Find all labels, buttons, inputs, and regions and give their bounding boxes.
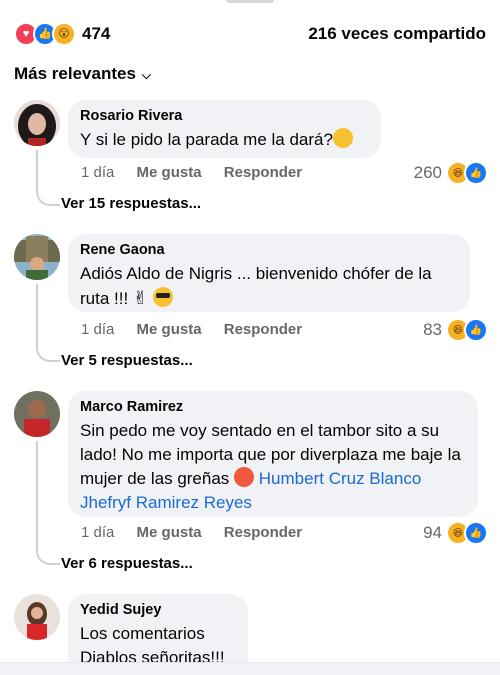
comment-reactions[interactable]: 94 😆 👍 bbox=[423, 521, 488, 545]
smile-emoji-icon bbox=[332, 128, 353, 148]
comment-bubble[interactable]: Rene Gaona Adiós Aldo de Nigris ... bien… bbox=[68, 234, 470, 312]
like-button[interactable]: Me gusta bbox=[137, 321, 202, 338]
comment-reactions[interactable]: 83 😆 👍 bbox=[423, 318, 488, 342]
comment-bubble[interactable]: Rosario Rivera Y si le pido la parada me… bbox=[68, 100, 381, 158]
avatar[interactable] bbox=[14, 391, 60, 437]
wow-icon: 😮 bbox=[52, 22, 76, 46]
view-replies-link[interactable]: Ver 15 respuestas... bbox=[61, 195, 201, 212]
reply-button[interactable]: Responder bbox=[224, 524, 302, 541]
comment-bubble[interactable]: Marco Ramirez Sin pedo me voy sentado en… bbox=[68, 391, 478, 517]
comment-author[interactable]: Marco Ramirez bbox=[80, 399, 466, 415]
comment-reaction-count: 83 bbox=[423, 320, 442, 339]
like-icon: 👍 bbox=[464, 521, 488, 545]
comment-author[interactable]: Yedid Sujey bbox=[80, 602, 236, 618]
mention-link[interactable]: Humbert Cruz Blanco bbox=[259, 469, 422, 488]
reaction-summary: ♥ 👍 😮 474 216 veces compartido bbox=[14, 22, 486, 48]
like-button[interactable]: Me gusta bbox=[137, 524, 202, 541]
reaction-count: 474 bbox=[82, 24, 111, 43]
chevron-down-icon: ⌵ bbox=[141, 68, 152, 82]
comment-reaction-count: 94 bbox=[423, 523, 442, 542]
comment-reactions[interactable]: 260 😆 👍 bbox=[414, 161, 488, 185]
comment-actions: 1 día Me gusta Responder bbox=[81, 524, 320, 541]
thread-line bbox=[36, 150, 60, 206]
avatar[interactable] bbox=[14, 100, 60, 146]
hot-face-emoji-icon bbox=[234, 467, 255, 487]
shares-count[interactable]: 216 veces compartido bbox=[308, 24, 486, 44]
like-icon: 👍 bbox=[464, 318, 488, 342]
comment-text-line: Los comentarios bbox=[80, 624, 205, 643]
avatar[interactable] bbox=[14, 594, 60, 640]
comment-text: Y si le pido la parada me la dará? bbox=[80, 128, 369, 152]
thread-line bbox=[36, 284, 60, 362]
comment-author[interactable]: Rene Gaona bbox=[80, 242, 458, 258]
comment-actions: 1 día Me gusta Responder bbox=[81, 321, 320, 338]
sort-dropdown[interactable]: Más relevantes ⌵ bbox=[14, 64, 151, 84]
like-icon: 👍 bbox=[464, 161, 488, 185]
view-replies-link[interactable]: Ver 5 respuestas... bbox=[61, 352, 193, 369]
mention-link[interactable]: Jhefryf Ramirez Reyes bbox=[80, 493, 252, 512]
comment-text: Sin pedo me voy sentado en el tambor sit… bbox=[80, 421, 461, 512]
sunglasses-emoji-icon bbox=[152, 287, 173, 307]
avatar[interactable] bbox=[14, 234, 60, 280]
comment-time[interactable]: 1 día bbox=[81, 321, 114, 338]
thread-line bbox=[36, 441, 60, 565]
like-button[interactable]: Me gusta bbox=[137, 164, 202, 181]
view-replies-link[interactable]: Ver 6 respuestas... bbox=[61, 555, 193, 572]
comment-actions: 1 día Me gusta Responder bbox=[81, 164, 320, 181]
peace-hand-emoji-icon: ✌ bbox=[132, 288, 149, 308]
composer-bar-edge bbox=[0, 662, 500, 675]
sheet-grabber[interactable] bbox=[226, 0, 274, 3]
comment-time[interactable]: 1 día bbox=[81, 164, 114, 181]
reply-button[interactable]: Responder bbox=[224, 321, 302, 338]
reply-button[interactable]: Responder bbox=[224, 164, 302, 181]
comment-time[interactable]: 1 día bbox=[81, 524, 114, 541]
reactions-button[interactable]: ♥ 👍 😮 474 bbox=[14, 22, 110, 46]
comment-text: Adiós Aldo de Nigris ... bienvenido chóf… bbox=[80, 264, 432, 308]
sort-label: Más relevantes bbox=[14, 64, 136, 83]
comment-reaction-count: 260 bbox=[413, 163, 442, 182]
comment-author[interactable]: Rosario Rivera bbox=[80, 108, 369, 124]
